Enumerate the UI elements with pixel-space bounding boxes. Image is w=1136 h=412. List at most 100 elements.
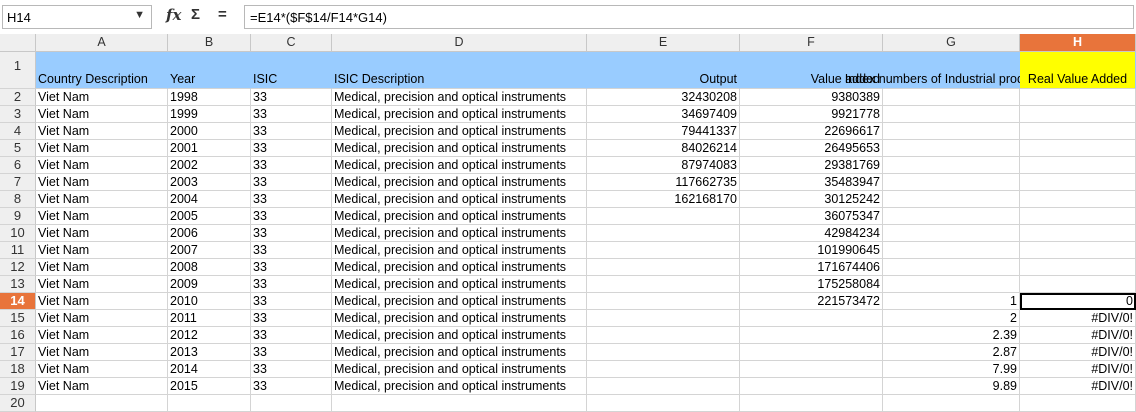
- column-header-c[interactable]: C: [251, 34, 332, 52]
- cell-g4[interactable]: [883, 123, 1020, 140]
- cell-a7[interactable]: Viet Nam: [36, 174, 168, 191]
- row-header-18[interactable]: 18: [0, 361, 36, 378]
- cell-d13[interactable]: Medical, precision and optical instrumen…: [332, 276, 587, 293]
- cell-c3[interactable]: 33: [251, 106, 332, 123]
- cell-a3[interactable]: Viet Nam: [36, 106, 168, 123]
- cell-d16[interactable]: Medical, precision and optical instrumen…: [332, 327, 587, 344]
- formula-equals-icon[interactable]: =: [218, 6, 227, 23]
- cell-h5[interactable]: [1020, 140, 1136, 157]
- cell-a6[interactable]: Viet Nam: [36, 157, 168, 174]
- cell-f3[interactable]: 9921778: [740, 106, 883, 123]
- cell-e18[interactable]: [587, 361, 740, 378]
- cell-f12[interactable]: 171674406: [740, 259, 883, 276]
- cell-e16[interactable]: [587, 327, 740, 344]
- cell-f4[interactable]: 22696617: [740, 123, 883, 140]
- cell-f16[interactable]: [740, 327, 883, 344]
- cell-d7[interactable]: Medical, precision and optical instrumen…: [332, 174, 587, 191]
- row-header-2[interactable]: 2: [0, 89, 36, 106]
- cell-e20[interactable]: [587, 395, 740, 412]
- cell-d20[interactable]: [332, 395, 587, 412]
- cell-c4[interactable]: 33: [251, 123, 332, 140]
- cell-f19[interactable]: [740, 378, 883, 395]
- cell-g6[interactable]: [883, 157, 1020, 174]
- row-header-15[interactable]: 15: [0, 310, 36, 327]
- cell-g8[interactable]: [883, 191, 1020, 208]
- cell-g20[interactable]: [883, 395, 1020, 412]
- header-cell-output[interactable]: Output: [587, 52, 740, 89]
- cell-c18[interactable]: 33: [251, 361, 332, 378]
- function-wizard-icon[interactable]: fx: [166, 6, 181, 24]
- cell-g14[interactable]: 1: [883, 293, 1020, 310]
- cell-c10[interactable]: 33: [251, 225, 332, 242]
- cell-a16[interactable]: Viet Nam: [36, 327, 168, 344]
- row-header-20[interactable]: 20: [0, 395, 36, 412]
- cell-g15[interactable]: 2: [883, 310, 1020, 327]
- cell-a5[interactable]: Viet Nam: [36, 140, 168, 157]
- row-header-19[interactable]: 19: [0, 378, 36, 395]
- cell-b9[interactable]: 2005: [168, 208, 251, 225]
- cell-h6[interactable]: [1020, 157, 1136, 174]
- row-header-16[interactable]: 16: [0, 327, 36, 344]
- cell-a8[interactable]: Viet Nam: [36, 191, 168, 208]
- cell-e12[interactable]: [587, 259, 740, 276]
- cell-f18[interactable]: [740, 361, 883, 378]
- cell-b16[interactable]: 2012: [168, 327, 251, 344]
- cell-g13[interactable]: [883, 276, 1020, 293]
- cell-f8[interactable]: 30125242: [740, 191, 883, 208]
- cell-g18[interactable]: 7.99: [883, 361, 1020, 378]
- cell-g17[interactable]: 2.87: [883, 344, 1020, 361]
- cell-h4[interactable]: [1020, 123, 1136, 140]
- cell-e17[interactable]: [587, 344, 740, 361]
- cell-b4[interactable]: 2000: [168, 123, 251, 140]
- cell-c14[interactable]: 33: [251, 293, 332, 310]
- cell-h20[interactable]: [1020, 395, 1136, 412]
- cell-d9[interactable]: Medical, precision and optical instrumen…: [332, 208, 587, 225]
- cell-b20[interactable]: [168, 395, 251, 412]
- cell-h10[interactable]: [1020, 225, 1136, 242]
- column-header-h[interactable]: H: [1020, 34, 1136, 52]
- row-header-4[interactable]: 4: [0, 123, 36, 140]
- header-cell-isic[interactable]: ISIC: [251, 52, 332, 89]
- cell-g5[interactable]: [883, 140, 1020, 157]
- cell-f6[interactable]: 29381769: [740, 157, 883, 174]
- cell-g9[interactable]: [883, 208, 1020, 225]
- column-header-b[interactable]: B: [168, 34, 251, 52]
- cell-c15[interactable]: 33: [251, 310, 332, 327]
- cell-h19[interactable]: #DIV/0!: [1020, 378, 1136, 395]
- cell-h13[interactable]: [1020, 276, 1136, 293]
- cell-b2[interactable]: 1998: [168, 89, 251, 106]
- cell-b10[interactable]: 2006: [168, 225, 251, 242]
- row-header-12[interactable]: 12: [0, 259, 36, 276]
- row-header-17[interactable]: 17: [0, 344, 36, 361]
- cell-d6[interactable]: Medical, precision and optical instrumen…: [332, 157, 587, 174]
- cell-c5[interactable]: 33: [251, 140, 332, 157]
- cell-g11[interactable]: [883, 242, 1020, 259]
- cell-a4[interactable]: Viet Nam: [36, 123, 168, 140]
- cell-g12[interactable]: [883, 259, 1020, 276]
- cell-a18[interactable]: Viet Nam: [36, 361, 168, 378]
- cell-b18[interactable]: 2014: [168, 361, 251, 378]
- cell-b7[interactable]: 2003: [168, 174, 251, 191]
- cell-c6[interactable]: 33: [251, 157, 332, 174]
- cell-h15[interactable]: #DIV/0!: [1020, 310, 1136, 327]
- row-header-7[interactable]: 7: [0, 174, 36, 191]
- cell-b15[interactable]: 2011: [168, 310, 251, 327]
- cell-h18[interactable]: #DIV/0!: [1020, 361, 1136, 378]
- cell-a12[interactable]: Viet Nam: [36, 259, 168, 276]
- cell-h2[interactable]: [1020, 89, 1136, 106]
- cell-d11[interactable]: Medical, precision and optical instrumen…: [332, 242, 587, 259]
- cell-c13[interactable]: 33: [251, 276, 332, 293]
- row-header-10[interactable]: 10: [0, 225, 36, 242]
- cell-d8[interactable]: Medical, precision and optical instrumen…: [332, 191, 587, 208]
- cell-a17[interactable]: Viet Nam: [36, 344, 168, 361]
- column-header-g[interactable]: G: [883, 34, 1020, 52]
- cell-f7[interactable]: 35483947: [740, 174, 883, 191]
- row-header-9[interactable]: 9: [0, 208, 36, 225]
- cell-c12[interactable]: 33: [251, 259, 332, 276]
- cell-e15[interactable]: [587, 310, 740, 327]
- cell-h16[interactable]: #DIV/0!: [1020, 327, 1136, 344]
- cell-g7[interactable]: [883, 174, 1020, 191]
- cell-e10[interactable]: [587, 225, 740, 242]
- cell-d14[interactable]: Medical, precision and optical instrumen…: [332, 293, 587, 310]
- cell-e9[interactable]: [587, 208, 740, 225]
